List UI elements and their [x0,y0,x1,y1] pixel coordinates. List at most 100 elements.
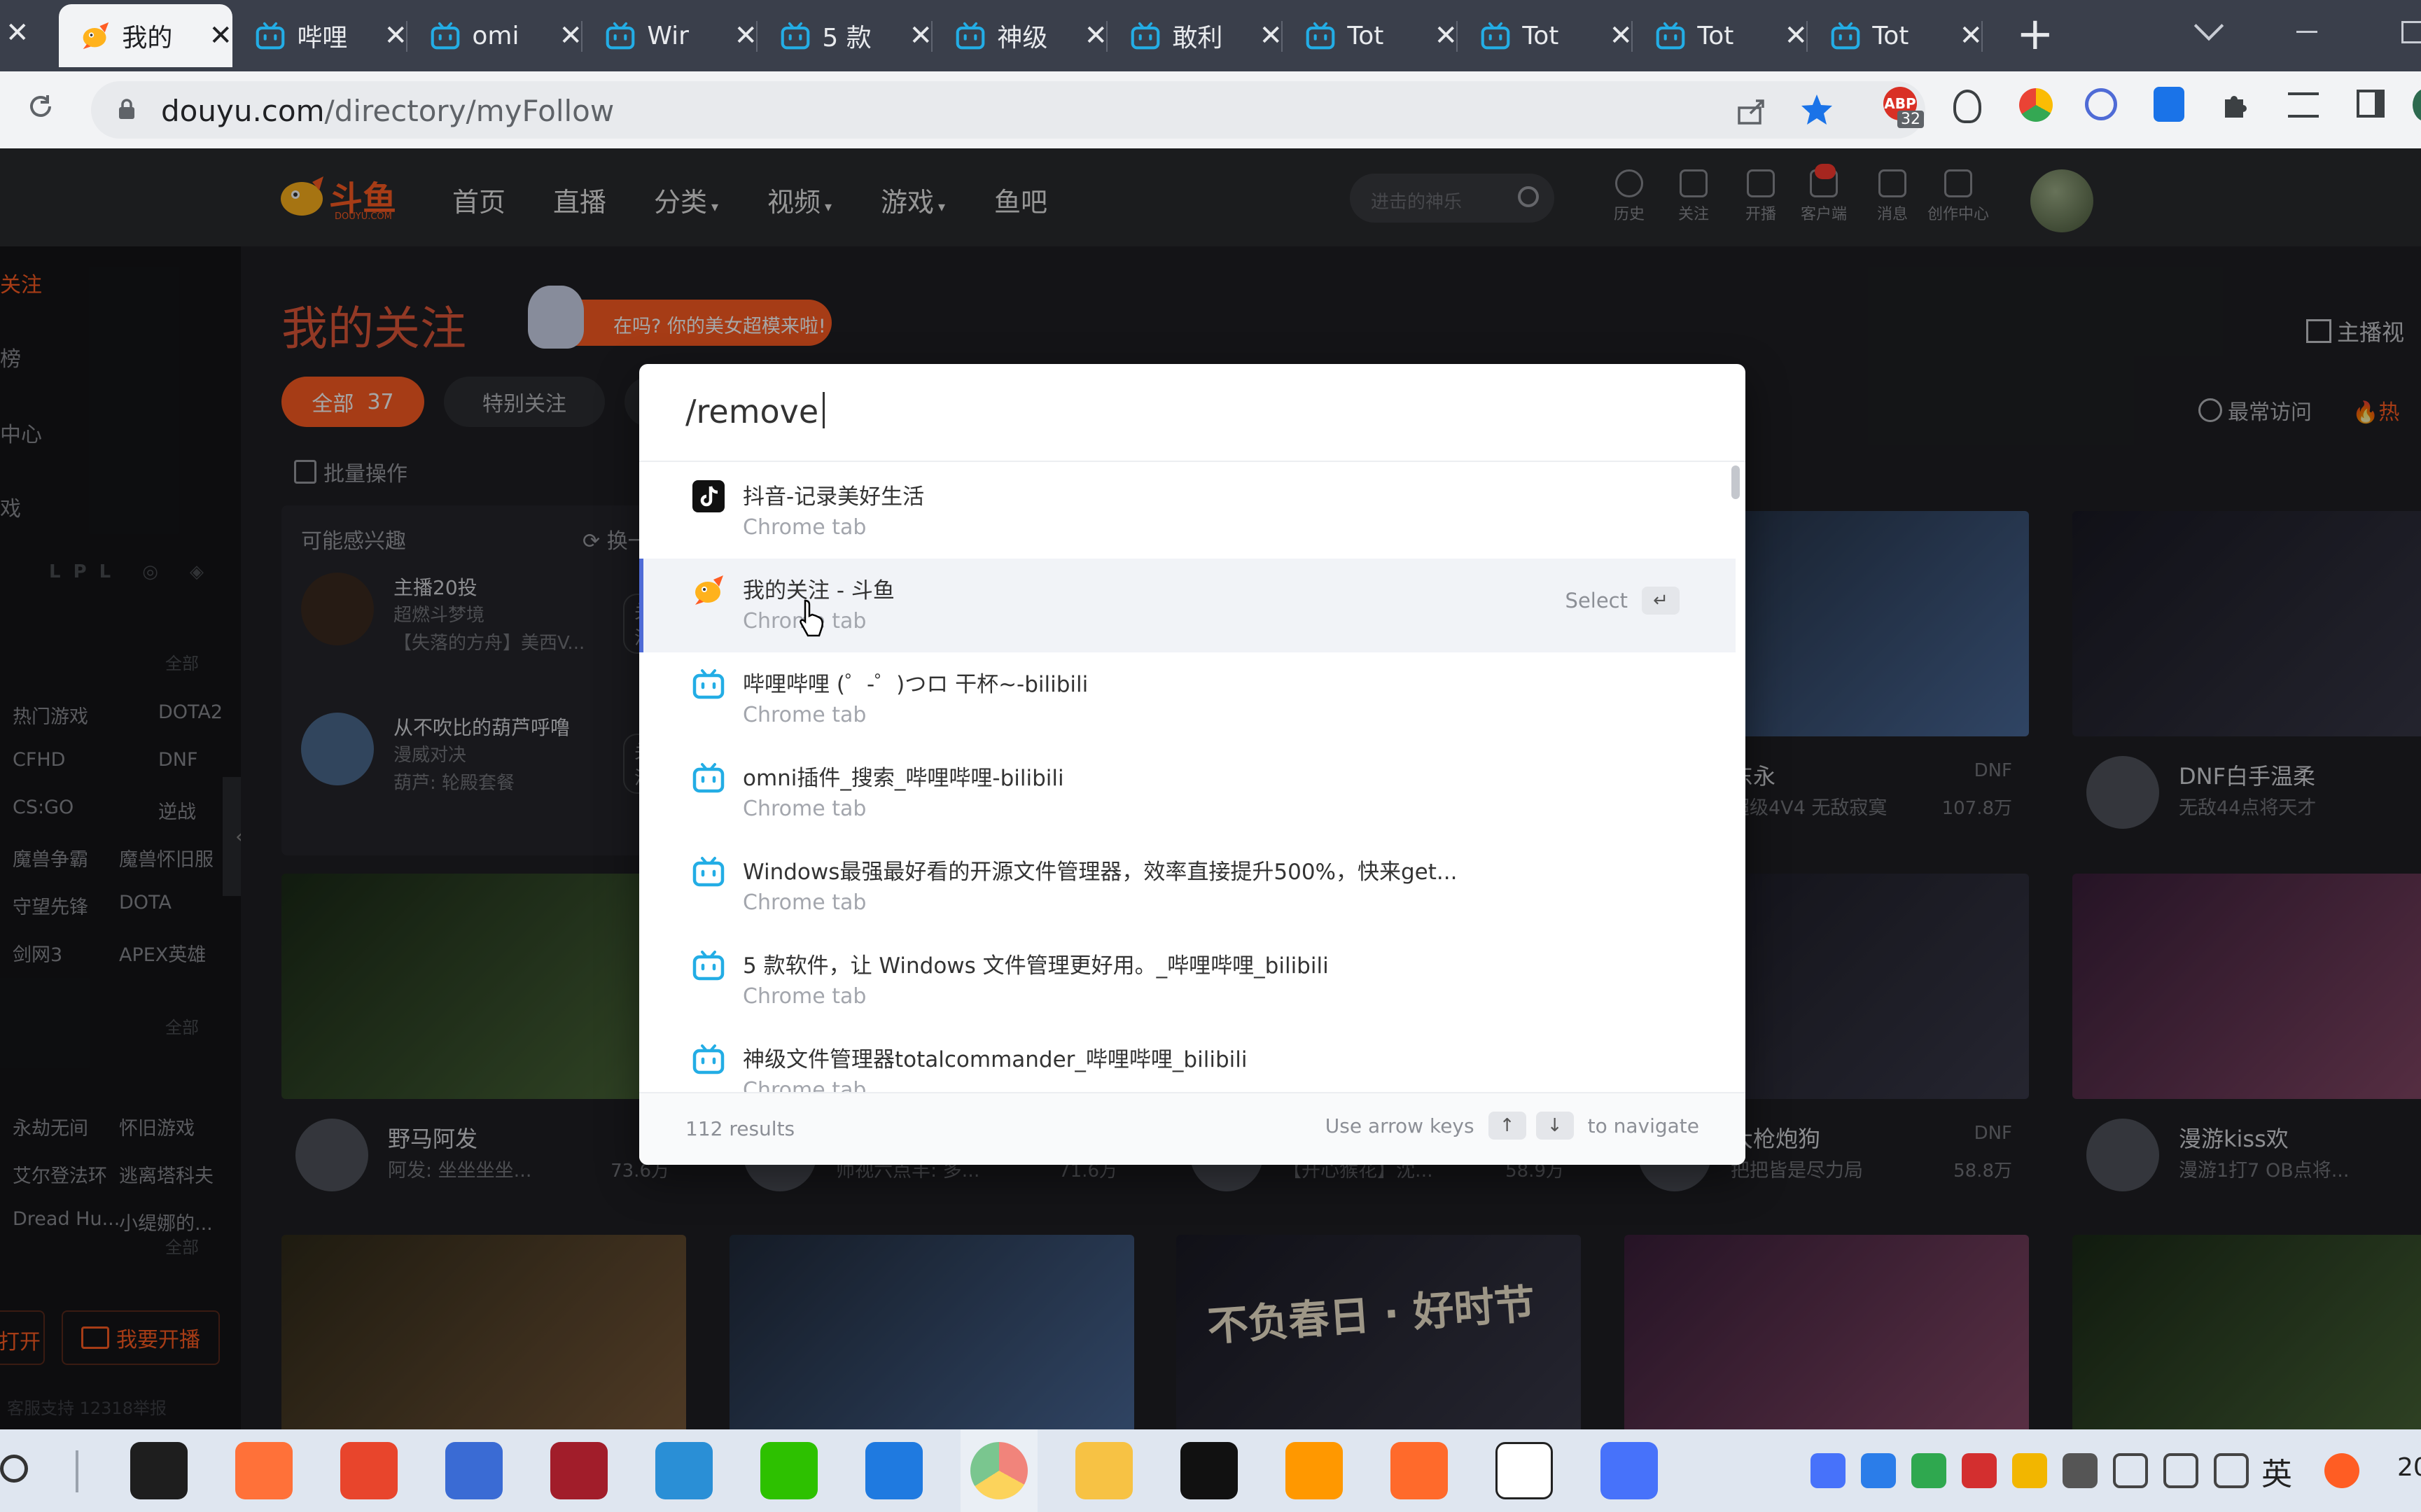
lock-icon[interactable] [118,98,136,120]
browser-tab[interactable]: 5 款 ✕ [759,4,933,67]
omni-result-item[interactable]: 哔哩哔哩 (゜-゜)つロ 干杯~-bilibili Chrome tab [639,652,1731,746]
omni-result-item[interactable]: 抖音-记录美好生活 Chrome tab [639,465,1731,559]
edge-dev-icon[interactable] [655,1442,713,1499]
browser-tab[interactable]: 我的 ✕ [59,4,232,67]
browser-tab[interactable]: Tot ✕ [1634,4,1808,67]
tab-close-icon[interactable]: ✕ [909,20,933,52]
url-text[interactable]: douyu.com/directory/myFollow [161,94,614,128]
intellij-idea-icon[interactable] [1180,1442,1238,1499]
result-favicon [692,855,725,888]
ticktick-tray-icon[interactable] [1810,1453,1846,1488]
browser-tab[interactable]: Tot ✕ [1284,4,1458,67]
record-tray-icon[interactable] [1962,1453,1997,1488]
tab-close-icon[interactable]: ✕ [734,20,758,52]
mouse-pointer-icon [798,599,826,638]
nav-hint-pre: Use arrow keys [1325,1114,1474,1138]
palette-footer: 112 results Use arrow keys ↑ ↓ to naviga… [639,1092,1745,1165]
result-subtitle: Chrome tab [743,515,867,540]
result-favicon [692,668,725,700]
tab-close-icon[interactable]: ✕ [1959,20,1983,52]
omni-result-item[interactable]: 5 款软件，让 Windows 文件管理更好用。_哔哩哔哩_bilibili Ch… [639,934,1731,1028]
nav-hint: Use arrow keys ↑ ↓ to navigate [1325,1112,1699,1140]
tab-title: Tot [1522,21,1559,50]
tab-title: Tot [1872,21,1909,50]
tab-close-icon[interactable]: ✕ [384,20,407,52]
tab-favicon [780,22,811,50]
calculator-icon[interactable] [445,1442,503,1499]
share-icon[interactable] [1736,95,1767,126]
omni-result-item[interactable]: Windows最强最好看的开源文件管理器，效率直接提升500%，快来get...… [639,840,1731,934]
tab-search-chevron-icon[interactable] [2193,10,2224,41]
adblock-count-badge: 32 [1897,111,1924,128]
tab-title: Wir [647,21,689,50]
sogou-ime-icon[interactable] [2324,1453,2359,1488]
browser-tab[interactable]: 哔哩 ✕ [234,4,407,67]
tab-title: 5 款 [822,24,872,52]
tab-close-icon[interactable]: ✕ [1784,20,1808,52]
omnibox[interactable]: douyu.com/directory/myFollow [91,81,1925,139]
results-scrollbar[interactable] [1731,465,1740,499]
shield-tray-icon[interactable] [2012,1453,2047,1488]
omni-search-input[interactable]: /remove [685,392,825,430]
browser-tab[interactable]: 敢利 ✕ [1109,4,1283,67]
browser-tab[interactable]: Tot ✕ [1809,4,1983,67]
office-x-icon[interactable] [340,1442,398,1499]
windows-taskbar: 英 20 [0,1429,2421,1512]
close-window-left-icon[interactable]: ✕ [6,17,29,49]
taskbar-search-icon[interactable] [0,1455,28,1483]
reload-icon[interactable] [27,92,55,120]
security-tray-icon[interactable] [2063,1453,2098,1488]
browser-tab[interactable]: omi ✕ [409,4,582,67]
browser-tab[interactable]: 神级 ✕ [934,4,1108,67]
side-panel-icon[interactable] [2357,90,2385,118]
reading-list-icon[interactable] [2288,92,2319,118]
tab-favicon [955,22,986,50]
select-label: Select [1565,589,1628,612]
extensions-puzzle-icon[interactable] [2221,90,2252,120]
tab-close-icon[interactable]: ✕ [1259,20,1283,52]
volume-icon[interactable] [2163,1453,2198,1488]
text-caret [823,392,825,428]
wifi-icon[interactable] [2214,1453,2249,1488]
tab-close-icon[interactable]: ✕ [559,20,582,52]
bilibili-tv-icon [1656,21,1685,50]
red-shield-app-icon[interactable] [550,1442,608,1499]
wechat-icon[interactable] [760,1442,818,1499]
browser-tab[interactable]: Tot ✕ [1459,4,1633,67]
browser-toolbar: douyu.com/directory/myFollow ABP 32 [0,71,2421,150]
select-action-hint[interactable]: Select ↵ [1565,587,1680,615]
browser-tab[interactable]: Wir ✕ [584,4,758,67]
firefox-icon[interactable] [235,1442,293,1499]
ticktick-icon[interactable] [1600,1442,1658,1499]
tab-favicon [1130,22,1161,50]
bilibili-tv-icon [692,762,725,794]
quicker-search-icon[interactable] [865,1442,923,1499]
battery-meter-tray-icon[interactable] [1911,1453,1946,1488]
extension-bookmark-icon[interactable] [2154,87,2184,122]
omni-result-item[interactable]: omni插件_搜索_哔哩哔哩-bilibili Chrome tab [639,746,1731,840]
restore-window-button[interactable] [2401,21,2421,43]
ime-indicator[interactable]: 英 [2261,1449,2292,1494]
extension-omni-icon[interactable] [2085,88,2117,120]
tab-close-icon[interactable]: ✕ [209,20,232,52]
tab-close-icon[interactable]: ✕ [1609,20,1633,52]
tab-close-icon[interactable]: ✕ [1434,20,1458,52]
extension-y-icon[interactable] [2019,88,2053,122]
taskbar-clock[interactable]: 20 [2397,1453,2421,1482]
active-app-indicator [961,1429,1038,1512]
tab-close-icon[interactable]: ✕ [1084,20,1108,52]
typora-icon[interactable] [1495,1442,1553,1499]
snipaste-tray-icon[interactable] [1861,1453,1896,1488]
url-host: douyu.com [161,94,325,128]
bilibili-tv-icon [256,21,285,50]
new-tab-button[interactable]: + [2016,8,2054,60]
extension-leaf-icon[interactable] [1953,90,1981,123]
pen-app-icon[interactable] [1390,1442,1448,1499]
minimize-window-button[interactable] [2296,31,2317,33]
sublime-text-icon[interactable] [1285,1442,1343,1499]
profile-avatar-icon[interactable] [2413,88,2421,122]
battery-icon[interactable] [2113,1453,2148,1488]
file-explorer-icon[interactable] [1075,1442,1133,1499]
bookmark-star-icon[interactable] [1799,92,1834,127]
qq-penguin-icon[interactable] [130,1442,188,1499]
